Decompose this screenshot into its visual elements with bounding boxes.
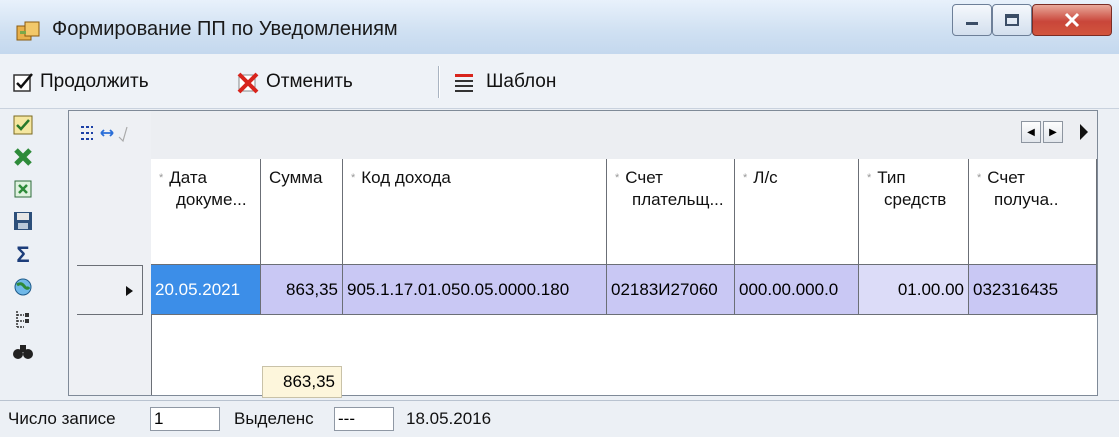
cell-date[interactable]: 20.05.2021 <box>151 265 261 315</box>
status-bar: Число записе 1 Выделенс --- 18.05.2016 <box>0 400 1119 437</box>
data-grid[interactable]: ◀ ▶ * Дата докуме... Сумма * Код дохода * Сч… <box>68 110 1098 396</box>
cell-income-code[interactable]: 905.1.17.01.050.05.0000.180 <box>343 265 607 315</box>
records-count-label: Число записе <box>8 409 116 428</box>
col-header-ls[interactable]: * Л/с <box>735 159 859 265</box>
cell-payer-account[interactable]: 02183И27060 <box>607 265 735 315</box>
row-header[interactable] <box>77 265 143 315</box>
col-header-date[interactable]: * Дата докуме... <box>151 159 261 265</box>
cell-ls[interactable]: 000.00.000.0 <box>735 265 859 315</box>
minimize-icon <box>966 22 978 25</box>
cancel-button[interactable]: Отменить <box>236 68 353 96</box>
grid-header-band: ◀ ▶ <box>151 111 1097 160</box>
col-header-payer-account[interactable]: * Счет плательщ... <box>607 159 735 265</box>
selected-count-label: Выделенс <box>234 409 314 428</box>
cell-fund-type[interactable]: 01.00.00 <box>859 265 969 315</box>
title-bar[interactable]: Формирование ПП по Уведомлениям <box>0 0 1119 55</box>
globe-icon[interactable] <box>10 274 36 300</box>
row-indicator-column <box>69 111 152 395</box>
grid-settings-icon[interactable] <box>79 123 149 147</box>
binoculars-icon[interactable] <box>10 338 36 364</box>
maximize-icon <box>1005 14 1019 26</box>
scroll-right-button[interactable]: ▶ <box>1043 121 1063 143</box>
minimize-button[interactable] <box>952 4 992 36</box>
selected-count-value: --- <box>334 407 394 431</box>
col-header-income-code[interactable]: * Код дохода <box>343 159 607 265</box>
red-x-icon <box>237 72 259 94</box>
select-all-icon[interactable] <box>10 112 36 138</box>
close-icon <box>1064 12 1080 28</box>
left-toolbar: Σ <box>0 110 48 396</box>
template-button[interactable]: Шаблон <box>452 68 556 96</box>
cancel-label: Отменить <box>266 71 353 92</box>
save-icon[interactable] <box>10 208 36 234</box>
template-icon <box>455 74 473 92</box>
toolbar-separator <box>438 66 440 98</box>
col-header-recipient-account[interactable]: * Счет получа.. <box>969 159 1097 265</box>
checkbox-check-icon <box>13 73 33 92</box>
current-row-pointer-icon <box>126 286 133 296</box>
expand-right-icon[interactable] <box>1077 121 1091 143</box>
app-icon <box>16 21 40 41</box>
maximize-button[interactable] <box>992 4 1032 36</box>
sum-icon[interactable]: Σ <box>10 242 36 268</box>
excel-icon[interactable] <box>10 144 36 170</box>
tree-icon[interactable] <box>10 306 36 332</box>
close-button[interactable] <box>1032 4 1112 36</box>
cell-sum[interactable]: 863,35 <box>261 265 343 315</box>
toolbar: Продолжить Отменить Шаблон <box>0 54 1119 109</box>
col-header-sum[interactable]: Сумма <box>261 159 343 265</box>
scroll-left-button[interactable]: ◀ <box>1021 121 1041 143</box>
cell-recipient-account[interactable]: 032316435 <box>969 265 1097 315</box>
continue-button[interactable]: Продолжить <box>12 68 149 96</box>
dialog-window: Формирование ПП по Уведомлениям Продолжи… <box>0 0 1119 437</box>
export-excel-icon[interactable] <box>10 176 36 202</box>
col-header-fund-type[interactable]: * Тип средств <box>859 159 969 265</box>
records-count-value: 1 <box>150 407 220 431</box>
window-title: Формирование ПП по Уведомлениям <box>52 18 398 40</box>
continue-label: Продолжить <box>40 71 149 92</box>
status-date: 18.05.2016 <box>406 409 492 428</box>
template-label: Шаблон <box>486 71 557 92</box>
total-sum: 863,35 <box>262 366 342 398</box>
